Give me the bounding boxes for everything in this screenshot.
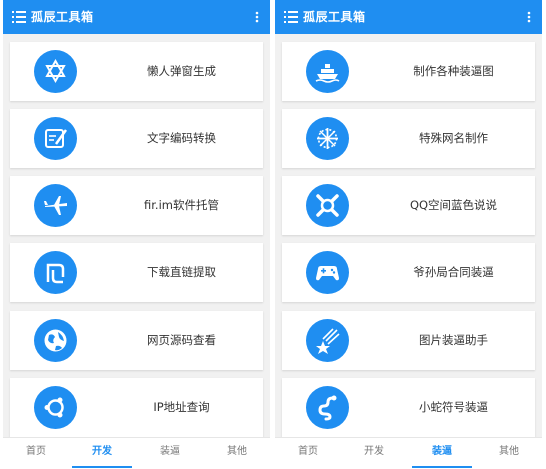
tool-card-label: 懒人弹窗生成 xyxy=(147,64,216,78)
app-bar: 孤辰工具箱 xyxy=(275,0,542,34)
tool-card-ip[interactable]: IP地址查询 xyxy=(10,378,263,437)
shekel-icon xyxy=(34,251,77,294)
tool-card-label: 下载直链提取 xyxy=(147,265,216,279)
tool-card-encode[interactable]: 文字编码转换 xyxy=(10,109,263,168)
shooting-star-icon xyxy=(306,319,349,362)
tab-dev[interactable]: 开发 xyxy=(72,438,132,469)
tab-show-off[interactable]: 装逼 xyxy=(412,438,472,469)
ubuntu-icon xyxy=(34,386,77,429)
menu-icon[interactable] xyxy=(12,11,26,23)
tab-home[interactable]: 首页 xyxy=(278,438,338,469)
tool-card-image-helper[interactable]: 图片装逼助手 xyxy=(282,311,535,370)
tool-card-label: 特殊网名制作 xyxy=(419,131,488,145)
more-vert-icon[interactable] xyxy=(250,10,264,24)
tool-card-label: fir.im软件托管 xyxy=(144,198,219,212)
right-screen: 孤辰工具箱 制作各种装逼图 特殊网名制作 QQ空间蓝色说说 爷孙局合同装逼 图片… xyxy=(275,0,542,469)
tool-card-label: 爷孙局合同装逼 xyxy=(413,265,494,279)
star-of-david-icon xyxy=(34,50,77,93)
tool-card-qzone[interactable]: QQ空间蓝色说说 xyxy=(282,176,535,235)
tool-card-directlink[interactable]: 下载直链提取 xyxy=(10,243,263,302)
app-title: 孤辰工具箱 xyxy=(31,10,94,24)
tool-card-label: 制作各种装逼图 xyxy=(413,64,494,78)
snowflake-icon xyxy=(306,117,349,160)
app-bar: 孤辰工具箱 xyxy=(3,0,270,34)
tab-other[interactable]: 其他 xyxy=(479,438,539,469)
tool-card-contract[interactable]: 爷孙局合同装逼 xyxy=(282,243,535,302)
more-vert-icon[interactable] xyxy=(522,10,536,24)
tool-card-source[interactable]: 网页源码查看 xyxy=(10,311,263,370)
tool-card-nickname[interactable]: 特殊网名制作 xyxy=(282,109,535,168)
snake-icon xyxy=(306,386,349,429)
bottom-navigation: 首页 开发 装逼 其他 xyxy=(3,437,270,469)
tab-other[interactable]: 其他 xyxy=(207,438,267,469)
tool-card-label: QQ空间蓝色说说 xyxy=(409,198,498,212)
globe-icon xyxy=(34,319,77,362)
airplane-icon xyxy=(34,184,77,227)
tool-card-label: 文字编码转换 xyxy=(147,131,216,145)
ship-icon xyxy=(306,50,349,93)
tool-card-label: 网页源码查看 xyxy=(147,333,216,347)
tool-card-firim[interactable]: fir.im软件托管 xyxy=(10,176,263,235)
bottom-navigation: 首页 开发 装逼 其他 xyxy=(275,437,542,469)
tab-show-off[interactable]: 装逼 xyxy=(140,438,200,469)
tool-card-snake[interactable]: 小蛇符号装逼 xyxy=(282,378,535,437)
crossbones-icon xyxy=(306,184,349,227)
tab-home[interactable]: 首页 xyxy=(6,438,66,469)
edit-note-icon xyxy=(34,117,77,160)
tab-dev[interactable]: 开发 xyxy=(344,438,404,469)
tool-card-label: IP地址查询 xyxy=(153,400,210,414)
tool-card-pictures[interactable]: 制作各种装逼图 xyxy=(282,42,535,101)
left-screen: 孤辰工具箱 懒人弹窗生成 文字编码转换 fir.im软件托管 下载直链提取 网页… xyxy=(3,0,270,469)
tool-card-label: 小蛇符号装逼 xyxy=(419,400,488,414)
tool-card-label: 图片装逼助手 xyxy=(419,333,488,347)
menu-icon[interactable] xyxy=(284,11,298,23)
app-title: 孤辰工具箱 xyxy=(303,10,366,24)
tool-card-popup[interactable]: 懒人弹窗生成 xyxy=(10,42,263,101)
gamepad-icon xyxy=(306,251,349,294)
